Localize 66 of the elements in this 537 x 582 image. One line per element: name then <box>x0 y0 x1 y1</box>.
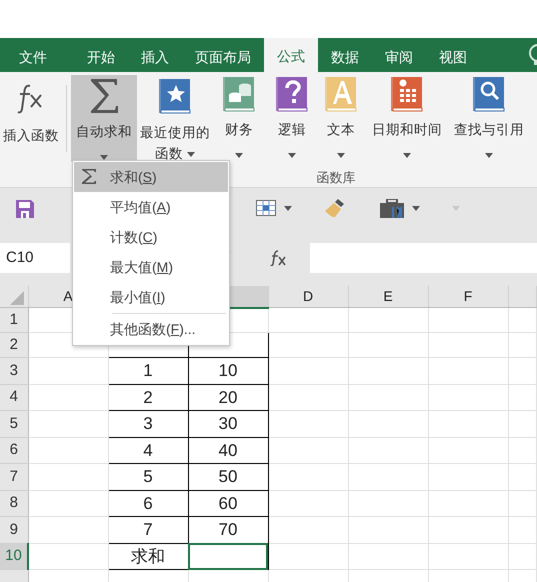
name-box[interactable]: C10 <box>0 243 70 273</box>
menu-item[interactable]: 求和(S) <box>74 162 228 192</box>
table-format-icon[interactable] <box>256 200 276 218</box>
star-book-icon <box>159 78 191 114</box>
row-header[interactable]: 6 <box>0 437 28 464</box>
group-label: 函数库 <box>316 169 356 187</box>
ribbon-tab[interactable]: 公式 <box>264 38 318 72</box>
menu-item[interactable]: 最大值(M) <box>74 252 228 282</box>
table-cell: 30 <box>188 410 268 437</box>
row-header[interactable]: 3 <box>0 358 28 384</box>
table-cell: 5 <box>108 464 188 490</box>
row-header[interactable]: 9 <box>0 516 28 543</box>
ribbon-tab[interactable]: 文件 <box>6 42 60 72</box>
toolbox-icon[interactable] <box>380 199 404 219</box>
brush-icon[interactable] <box>324 199 346 219</box>
column-header[interactable]: D <box>268 286 348 308</box>
selected-cell[interactable] <box>188 543 268 570</box>
table-cell: 4 <box>108 437 188 464</box>
function-category-button[interactable]: 逻辑 <box>265 75 319 162</box>
function-category-button[interactable]: 自动求和 <box>71 75 137 162</box>
lightbulb-icon[interactable] <box>527 43 537 67</box>
search-book-icon <box>473 77 505 113</box>
ribbon-tab[interactable]: 审阅 <box>372 42 426 72</box>
function-category-button[interactable]: 文本 <box>319 75 363 162</box>
column-header[interactable]: E <box>348 286 428 308</box>
caret-icon <box>412 206 420 212</box>
row-header[interactable]: 8 <box>0 490 28 516</box>
sigma-icon <box>89 77 119 115</box>
insert-function-button[interactable]: 插入函数 <box>0 75 62 162</box>
table-cell: 3 <box>108 410 188 437</box>
table-cell: 10 <box>188 358 268 384</box>
sigma-icon <box>81 168 97 185</box>
letter-book-icon <box>325 77 357 113</box>
row-header[interactable]: 2 <box>0 332 28 358</box>
caret-icon <box>452 206 460 212</box>
ribbon-tab[interactable]: 数据 <box>318 42 372 72</box>
table-cell: 1 <box>108 358 188 384</box>
row-header[interactable]: 4 <box>0 384 28 410</box>
ribbon-tab[interactable]: 开始 <box>74 42 128 72</box>
row-header[interactable]: 5 <box>0 410 28 437</box>
coins-book-icon <box>223 77 255 113</box>
ribbon-tab[interactable]: 页面布局 <box>182 42 264 72</box>
column-header[interactable]: F <box>428 286 508 308</box>
question-book-icon <box>276 77 308 113</box>
table-cell: 2 <box>108 384 188 410</box>
function-category-button[interactable]: 日期和时间 <box>363 75 451 162</box>
table-cell: 60 <box>188 490 268 516</box>
ribbon-tab[interactable]: 插入 <box>128 42 182 72</box>
function-category-button[interactable]: 财务 <box>213 75 265 162</box>
ribbon-tab[interactable]: 视图 <box>426 42 480 72</box>
table-cell: 7 <box>108 516 188 543</box>
table-cell: 50 <box>188 464 268 490</box>
row-header[interactable]: 7 <box>0 464 28 490</box>
function-icon[interactable] <box>270 250 286 266</box>
row-header[interactable]: 10 <box>0 543 28 570</box>
menu-item[interactable]: 其他函数(F)... <box>74 314 228 344</box>
caret-icon <box>284 206 292 212</box>
menu-item[interactable]: 计数(C) <box>74 222 228 252</box>
table-cell: 6 <box>108 490 188 516</box>
table-cell: 40 <box>188 437 268 464</box>
save-icon[interactable] <box>16 200 34 218</box>
row-header[interactable]: 1 <box>0 308 28 332</box>
table-cell: 20 <box>188 384 268 410</box>
calendar-book-icon <box>391 77 423 113</box>
formula-field[interactable] <box>310 243 537 273</box>
function-category-button[interactable]: 查找与引用 <box>451 75 527 162</box>
